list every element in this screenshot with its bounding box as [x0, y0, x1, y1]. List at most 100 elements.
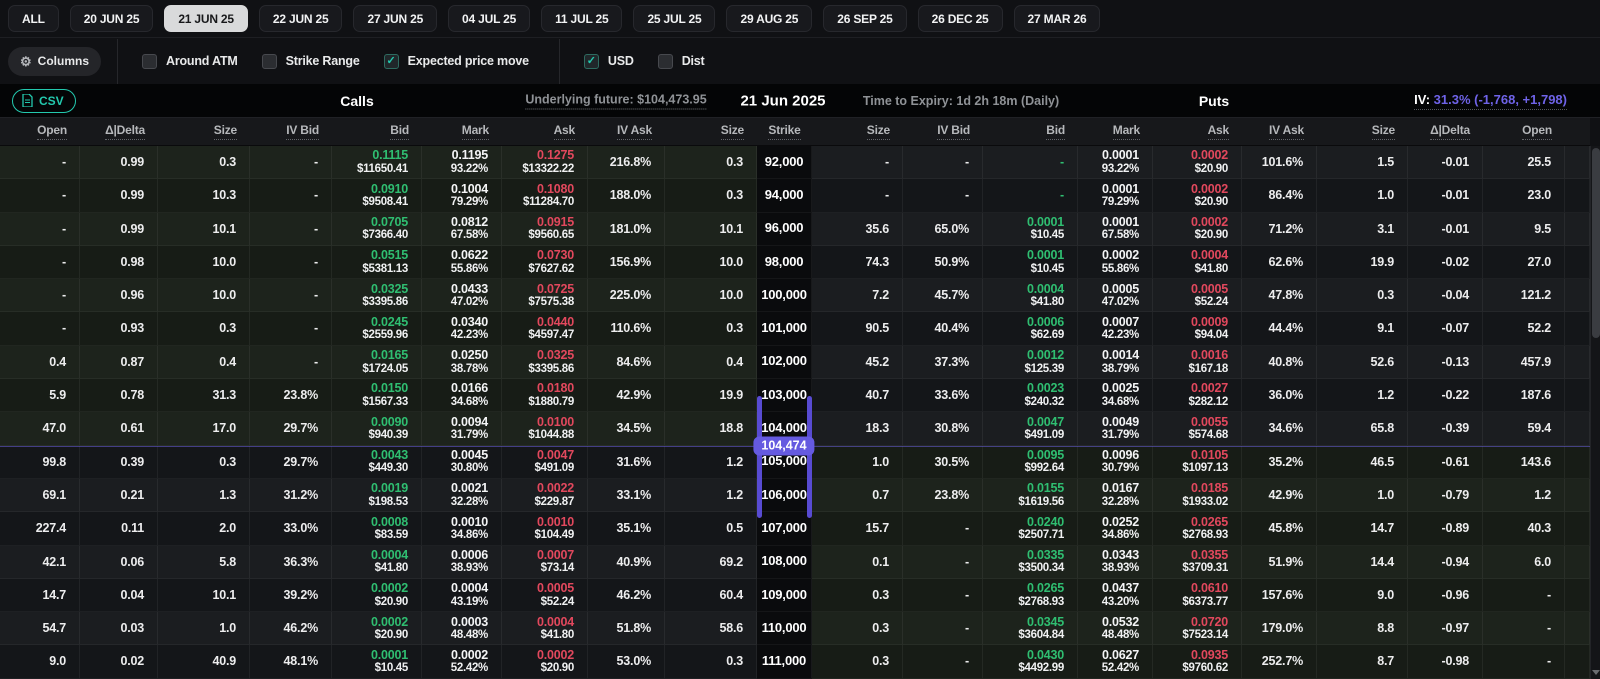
- call-mark-cell[interactable]: 0.001034.86%: [422, 512, 502, 545]
- put-mark-cell[interactable]: 0.034338.93%: [1078, 546, 1153, 579]
- call-ask-cell[interactable]: 0.1080$11284.70: [502, 179, 588, 212]
- checkbox-unchecked-icon[interactable]: ✓: [658, 54, 673, 69]
- call-bid-cell[interactable]: 0.0019$198.53: [332, 479, 422, 512]
- put-ask-cell[interactable]: 0.0016$167.18: [1153, 346, 1242, 379]
- expiry-tab-20-jun-25[interactable]: 20 JUN 25: [70, 5, 154, 32]
- strike-cell[interactable]: 103,000: [757, 379, 812, 412]
- strike-cell[interactable]: 110,000: [757, 612, 812, 645]
- call-mark-cell[interactable]: 0.043347.02%: [422, 279, 502, 312]
- expiry-tab-22-jun-25[interactable]: 22 JUN 25: [259, 5, 343, 32]
- column-header-mark[interactable]: Mark: [1078, 118, 1153, 145]
- put-bid-cell[interactable]: 0.0006$62.69: [983, 312, 1078, 345]
- expiry-tab-all[interactable]: ALL: [8, 5, 59, 32]
- strike-cell[interactable]: 102,000: [757, 346, 812, 379]
- call-mark-cell[interactable]: 0.004530.80%: [422, 446, 502, 479]
- call-mark-cell[interactable]: 0.016634.68%: [422, 379, 502, 412]
- strike-cell[interactable]: 92,000: [757, 146, 812, 179]
- checkbox-unchecked-icon[interactable]: ✓: [142, 54, 157, 69]
- column-header--delta[interactable]: Δ|Delta: [1408, 118, 1483, 145]
- put-mark-cell[interactable]: 0.000167.58%: [1078, 213, 1153, 246]
- call-mark-cell[interactable]: 0.002132.28%: [422, 479, 502, 512]
- put-mark-cell[interactable]: 0.001438.79%: [1078, 346, 1153, 379]
- put-ask-cell[interactable]: 0.0027$282.12: [1153, 379, 1242, 412]
- put-bid-cell[interactable]: 0.0240$2507.71: [983, 512, 1078, 545]
- call-mark-cell[interactable]: 0.000252.42%: [422, 645, 502, 678]
- column-header-iv-ask[interactable]: IV Ask: [1242, 118, 1317, 145]
- put-ask-cell[interactable]: 0.0002$20.90: [1153, 213, 1242, 246]
- put-mark-cell[interactable]: 0.002534.68%: [1078, 379, 1153, 412]
- csv-export-button[interactable]: CSV: [12, 89, 76, 113]
- column-header--delta[interactable]: Δ|Delta: [80, 118, 158, 145]
- put-bid-cell[interactable]: 0.0155$1619.56: [983, 479, 1078, 512]
- strike-cell[interactable]: 111,000: [757, 645, 812, 678]
- expiry-tab-26-sep-25[interactable]: 26 SEP 25: [823, 5, 906, 32]
- call-bid-cell[interactable]: 0.0001$10.45: [332, 645, 422, 678]
- checkbox-unchecked-icon[interactable]: ✓: [262, 54, 277, 69]
- call-bid-cell[interactable]: 0.0090$940.39: [332, 412, 422, 445]
- strike-cell[interactable]: 100,000: [757, 279, 812, 312]
- call-mark-cell[interactable]: 0.009431.79%: [422, 412, 502, 445]
- call-bid-cell[interactable]: 0.0515$5381.13: [332, 246, 422, 279]
- call-mark-cell[interactable]: 0.062255.86%: [422, 246, 502, 279]
- scrollbar-thumb[interactable]: [1592, 148, 1600, 338]
- call-ask-cell[interactable]: 0.0915$9560.65: [502, 213, 588, 246]
- put-bid-cell[interactable]: 0.0095$992.64: [983, 446, 1078, 479]
- column-header-open[interactable]: Open: [1483, 118, 1565, 145]
- put-mark-cell[interactable]: 0.025234.86%: [1078, 512, 1153, 545]
- call-bid-cell[interactable]: 0.0150$1567.33: [332, 379, 422, 412]
- underlying-future-price[interactable]: Underlying future: $104,473.95: [525, 92, 706, 109]
- put-bid-cell[interactable]: 0.0001$10.45: [983, 213, 1078, 246]
- checkbox-strike-range[interactable]: ✓Strike Range: [262, 54, 360, 69]
- put-mark-cell[interactable]: 0.000255.86%: [1078, 246, 1153, 279]
- expiry-tab-21-jun-25[interactable]: 21 JUN 25: [164, 5, 248, 32]
- column-header-bid[interactable]: Bid: [332, 118, 422, 145]
- call-ask-cell[interactable]: 0.0022$229.87: [502, 479, 588, 512]
- call-ask-cell[interactable]: 0.0007$73.14: [502, 546, 588, 579]
- put-ask-cell[interactable]: 0.0055$574.68: [1153, 412, 1242, 445]
- put-ask-cell[interactable]: 0.0002$20.90: [1153, 179, 1242, 212]
- call-ask-cell[interactable]: 0.0325$3395.86: [502, 346, 588, 379]
- column-header-size[interactable]: Size: [158, 118, 250, 145]
- call-mark-cell[interactable]: 0.000348.48%: [422, 612, 502, 645]
- expiry-tab-27-mar-26[interactable]: 27 MAR 26: [1014, 5, 1101, 32]
- call-ask-cell[interactable]: 0.0005$52.24: [502, 579, 588, 612]
- call-mark-cell[interactable]: 0.119593.22%: [422, 146, 502, 179]
- call-bid-cell[interactable]: 0.0002$20.90: [332, 579, 422, 612]
- scroll-down-arrow-icon[interactable]: [1592, 670, 1600, 675]
- put-mark-cell[interactable]: 0.009630.79%: [1078, 446, 1153, 479]
- vertical-scrollbar[interactable]: [1590, 146, 1600, 679]
- call-mark-cell[interactable]: 0.100479.29%: [422, 179, 502, 212]
- expiry-tab-04-jul-25[interactable]: 04 JUL 25: [448, 5, 530, 32]
- call-mark-cell[interactable]: 0.000443.19%: [422, 579, 502, 612]
- column-header-size[interactable]: Size: [812, 118, 903, 145]
- strike-cell[interactable]: 96,000: [757, 213, 812, 246]
- strike-cell[interactable]: 106,000: [757, 479, 812, 512]
- put-ask-cell[interactable]: 0.0935$9760.62: [1153, 645, 1242, 678]
- put-ask-cell[interactable]: 0.0004$41.80: [1153, 246, 1242, 279]
- call-mark-cell[interactable]: 0.034042.23%: [422, 312, 502, 345]
- put-bid-cell[interactable]: 0.0047$491.09: [983, 412, 1078, 445]
- column-header-ask[interactable]: Ask: [1153, 118, 1242, 145]
- put-mark-cell[interactable]: 0.016732.28%: [1078, 479, 1153, 512]
- strike-cell[interactable]: 94,000: [757, 179, 812, 212]
- call-mark-cell[interactable]: 0.000638.93%: [422, 546, 502, 579]
- call-bid-cell[interactable]: 0.0245$2559.96: [332, 312, 422, 345]
- put-ask-cell[interactable]: 0.0610$6373.77: [1153, 579, 1242, 612]
- column-header-strike[interactable]: Strike: [757, 118, 812, 145]
- put-ask-cell[interactable]: 0.0009$94.04: [1153, 312, 1242, 345]
- put-bid-cell[interactable]: 0.0335$3500.34: [983, 546, 1078, 579]
- put-ask-cell[interactable]: 0.0005$52.24: [1153, 279, 1242, 312]
- call-ask-cell[interactable]: 0.0725$7575.38: [502, 279, 588, 312]
- put-ask-cell[interactable]: 0.0105$1097.13: [1153, 446, 1242, 479]
- checkbox-usd[interactable]: ✓USD: [584, 54, 634, 69]
- put-bid-cell[interactable]: 0.0001$10.45: [983, 246, 1078, 279]
- put-ask-cell[interactable]: 0.0720$7523.14: [1153, 612, 1242, 645]
- call-ask-cell[interactable]: 0.0047$491.09: [502, 446, 588, 479]
- put-ask-cell[interactable]: 0.0265$2768.93: [1153, 512, 1242, 545]
- column-header-size[interactable]: Size: [1317, 118, 1408, 145]
- put-mark-cell[interactable]: 0.000742.23%: [1078, 312, 1153, 345]
- call-ask-cell[interactable]: 0.0004$41.80: [502, 612, 588, 645]
- call-ask-cell[interactable]: 0.0440$4597.47: [502, 312, 588, 345]
- strike-cell[interactable]: 101,000: [757, 312, 812, 345]
- put-mark-cell[interactable]: 0.062752.42%: [1078, 645, 1153, 678]
